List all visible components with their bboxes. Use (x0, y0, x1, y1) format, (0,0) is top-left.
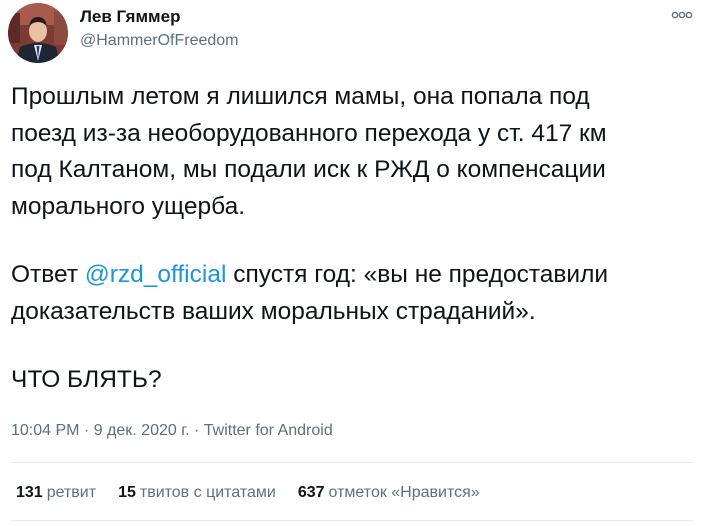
likes-label: отметок «Нравится» (328, 484, 480, 501)
retweets-count: 131 (16, 484, 43, 501)
divider (11, 520, 693, 521)
divider (11, 462, 693, 463)
profile-photo-icon (8, 3, 68, 63)
tweet-meta: 10:04 PM · 9 дек. 2020 г. · Twitter for … (11, 422, 333, 440)
meta-separator: · (79, 422, 94, 439)
retweets-stat[interactable]: 131 ретвит (16, 484, 96, 502)
quotes-label: твитов с цитатами (139, 484, 276, 501)
tweet-source[interactable]: Twitter for Android (204, 422, 333, 439)
engagement-stats: 131 ретвит 15 твитов с цитатами 637 отметок… (16, 484, 502, 502)
retweets-label: ретвит (46, 484, 97, 501)
tweet-text: Прошлым летом я лишился мамы, она попала… (11, 79, 701, 399)
quotes-stat[interactable]: 15 твитов с цитатами (118, 484, 276, 502)
tweet-time[interactable]: 10:04 PM (11, 422, 79, 439)
tweet-paragraph-2-lead: Ответ (11, 261, 85, 288)
author-display-name[interactable]: Лев Гяммер (80, 7, 180, 27)
likes-count: 637 (297, 484, 325, 501)
tweet-paragraph-2: Ответ @rzd_official спустя год: «вы не п… (11, 257, 701, 330)
avatar[interactable] (8, 3, 68, 63)
author-handle[interactable]: @HammerOfFreedom (80, 32, 239, 50)
tweet-paragraph-3: ЧТО БЛЯТЬ? (11, 366, 162, 393)
more-options-icon (671, 11, 693, 19)
meta-separator: · (189, 422, 204, 439)
more-options-button[interactable] (668, 6, 696, 24)
tweet-date[interactable]: 9 дек. 2020 г. (94, 422, 190, 439)
mention-link[interactable]: @rzd_official (85, 261, 227, 288)
likes-stat[interactable]: 637 отметок «Нравится» (298, 484, 480, 502)
tweet-paragraph-1: Прошлым летом я лишился мамы, она попала… (11, 83, 607, 220)
tweet-card: Лев Гяммер @HammerOfFreedom Прошлым лето… (0, 0, 719, 526)
quotes-count: 15 (118, 484, 136, 501)
